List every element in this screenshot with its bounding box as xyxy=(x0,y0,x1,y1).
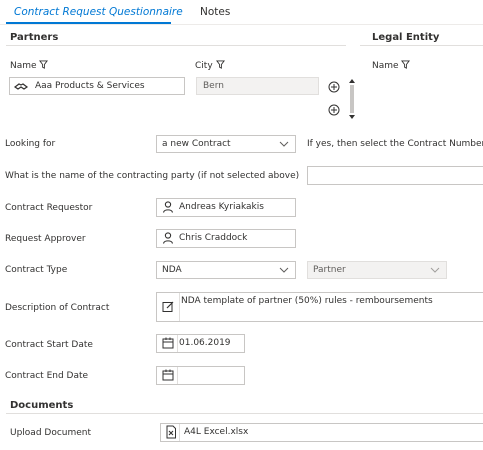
uploaded-file-name[interactable]: A4L Excel.xlsx xyxy=(184,424,248,440)
edit-icon xyxy=(162,301,174,312)
partner-city-field: Bern xyxy=(196,77,319,95)
partner-name-field[interactable]: Aaa Products & Services xyxy=(9,77,185,95)
partners-name-column-label: Name xyxy=(10,61,37,71)
approver-person-picker[interactable]: Chris Craddock xyxy=(156,229,296,248)
end-date-icon-divider xyxy=(177,367,178,384)
contract-subtype-value: Partner xyxy=(313,265,346,275)
partner-icon xyxy=(13,83,29,90)
end-date-label: Contract End Date xyxy=(5,371,89,381)
requestor-label: Contract Requestor xyxy=(5,203,93,213)
description-icon-divider xyxy=(179,293,180,321)
upload-document-field[interactable]: A4L Excel.xlsx xyxy=(160,423,483,442)
legal-entity-section-title: Legal Entity xyxy=(372,32,440,43)
add-icon[interactable] xyxy=(328,104,340,116)
legal-entity-name-column-header[interactable]: Name xyxy=(372,60,411,71)
calendar-icon[interactable] xyxy=(160,336,176,350)
upload-document-label: Upload Document xyxy=(10,428,92,438)
add-icon[interactable] xyxy=(328,81,340,93)
contracting-party-input[interactable] xyxy=(307,166,483,185)
upload-icon-divider xyxy=(179,424,180,441)
partners-section-title: Partners xyxy=(10,32,59,43)
person-icon xyxy=(162,201,174,213)
excel-file-icon xyxy=(166,425,176,439)
contract-type-value: NDA xyxy=(162,265,182,275)
looking-for-hint: If yes, then select the Contract Number xyxy=(307,139,483,149)
partner-city-value: Bern xyxy=(203,81,224,91)
contract-type-label: Contract Type xyxy=(5,265,68,275)
contract-subtype-dropdown: Partner xyxy=(307,261,447,279)
looking-for-value: a new Contract xyxy=(162,139,231,149)
tabs-divider xyxy=(0,24,483,25)
legal-entity-divider xyxy=(360,45,483,46)
chevron-down-icon xyxy=(430,267,440,273)
partners-divider xyxy=(6,45,346,46)
description-label: Description of Contract xyxy=(5,303,110,313)
chevron-down-icon xyxy=(279,141,289,147)
filter-icon[interactable] xyxy=(39,60,49,69)
legal-entity-name-column-label: Name xyxy=(372,61,399,71)
tab-notes[interactable]: Notes xyxy=(200,6,230,18)
documents-section-title: Documents xyxy=(10,400,74,411)
start-date-icon-divider xyxy=(177,335,178,352)
approver-value: Chris Craddock xyxy=(179,233,248,243)
partner-name-value: Aaa Products & Services xyxy=(35,81,145,91)
approver-label: Request Approver xyxy=(5,234,86,244)
documents-divider xyxy=(6,413,483,414)
tab-contract-request-questionnaire[interactable]: Contract Request Questionnaire xyxy=(14,6,183,18)
filter-icon[interactable] xyxy=(215,60,225,69)
requestor-person-picker[interactable]: Andreas Kyriakakis xyxy=(156,198,296,217)
contracting-party-label: What is the name of the contracting part… xyxy=(5,171,300,181)
contract-type-dropdown[interactable]: NDA xyxy=(156,261,296,279)
partners-scrollbar[interactable] xyxy=(347,78,357,120)
partners-city-column-label: City xyxy=(195,61,213,71)
description-value: NDA template of partner (50%) rules - re… xyxy=(181,296,433,306)
calendar-icon[interactable] xyxy=(160,368,176,382)
person-icon xyxy=(162,232,174,244)
looking-for-dropdown[interactable]: a new Contract xyxy=(156,135,296,153)
filter-icon[interactable] xyxy=(401,60,411,69)
chevron-down-icon xyxy=(279,267,289,273)
start-date-label: Contract Start Date xyxy=(5,340,93,350)
partners-name-column-header[interactable]: Name xyxy=(10,60,49,71)
description-textarea[interactable]: NDA template of partner (50%) rules - re… xyxy=(156,292,483,322)
start-date-value: 01.06.2019 xyxy=(179,338,231,348)
partners-city-column-header[interactable]: City xyxy=(195,60,225,71)
looking-for-label: Looking for xyxy=(5,139,56,149)
start-date-picker[interactable]: 01.06.2019 xyxy=(156,334,245,353)
requestor-value: Andreas Kyriakakis xyxy=(179,202,264,212)
end-date-picker[interactable] xyxy=(156,366,245,385)
